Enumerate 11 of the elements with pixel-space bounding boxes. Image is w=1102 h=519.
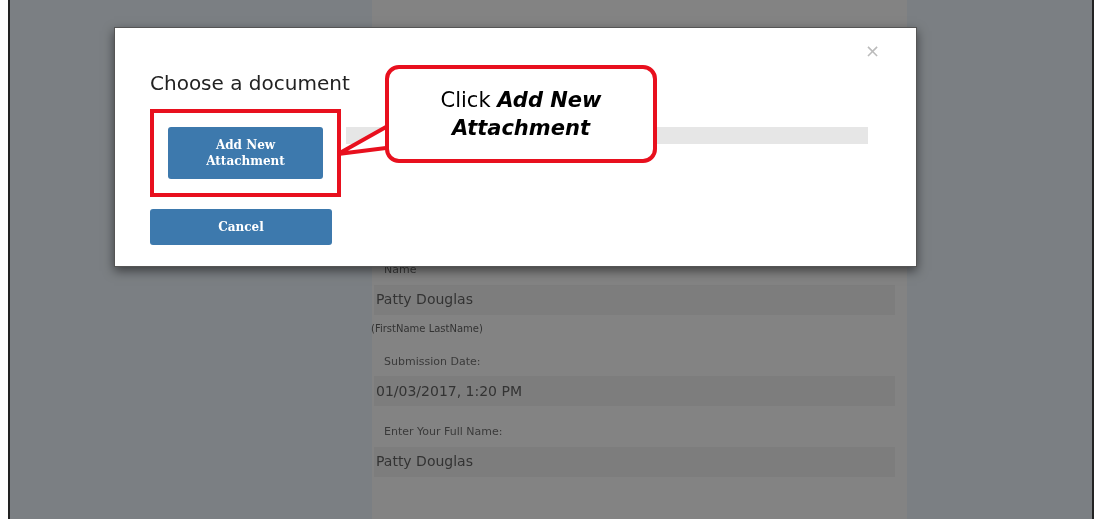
close-button[interactable]: × xyxy=(864,42,880,60)
text-field[interactable]: 01/03/2017, 1:20 PM xyxy=(374,376,895,406)
text-field[interactable]: Patty Douglas xyxy=(374,284,895,315)
text-field[interactable]: Patty Douglas xyxy=(374,446,895,477)
field-label: Submission Date: xyxy=(384,353,481,370)
callout-text: Click Add New Attachment xyxy=(439,87,603,142)
field-hint: (FirstName LastName) xyxy=(371,321,483,336)
field-label: Enter Your Full Name: xyxy=(384,424,503,440)
dialog-button[interactable]: Add New Attachment xyxy=(168,127,323,179)
dialog-title: Choose a document xyxy=(150,70,350,97)
dialog-button[interactable]: Cancel xyxy=(150,209,332,245)
